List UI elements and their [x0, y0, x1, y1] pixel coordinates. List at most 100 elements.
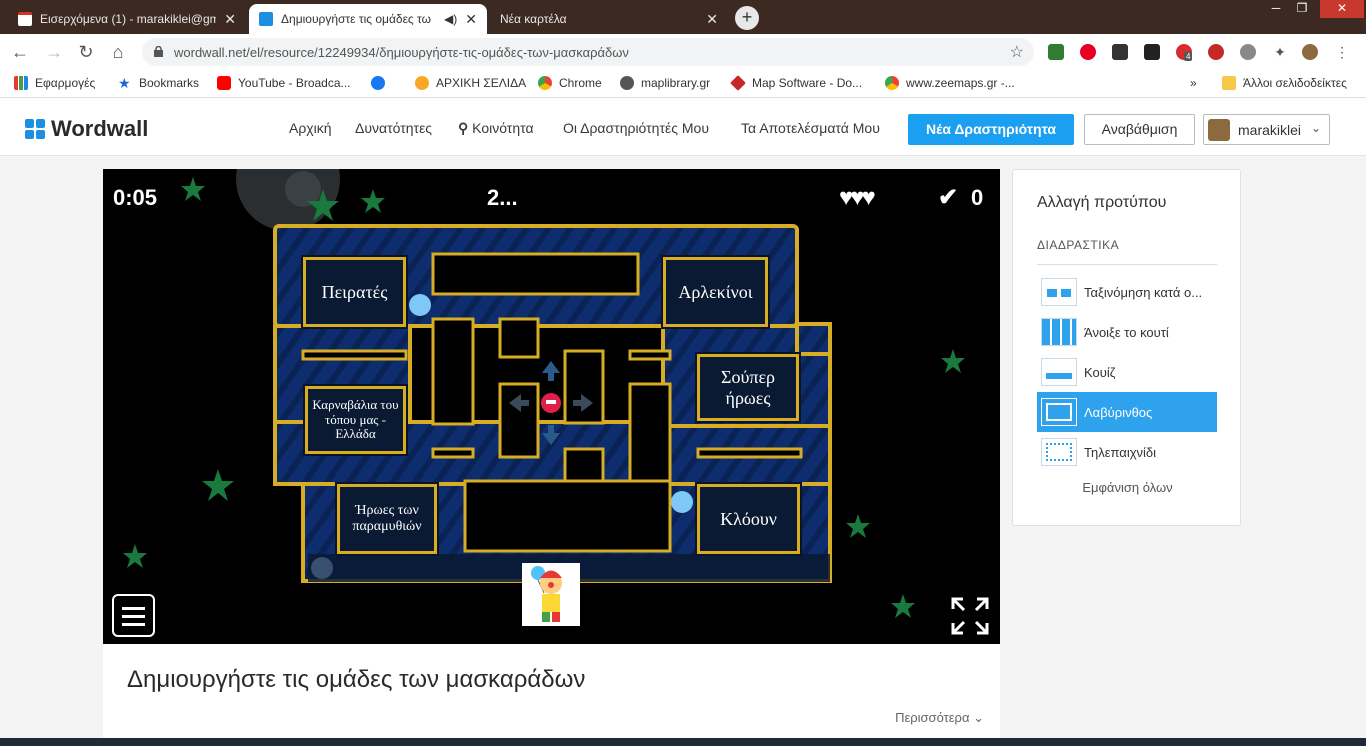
close-icon[interactable]: ✕	[706, 11, 718, 28]
checkmark-icon: ✔	[938, 184, 959, 211]
bookmark-label: Άλλοι σελιδοδείκτες	[1243, 76, 1347, 90]
bookmark-facebook[interactable]	[371, 76, 392, 90]
avatar	[1208, 119, 1230, 141]
close-icon[interactable]: ✕	[465, 11, 477, 28]
bookmark-label: Εφαρμογές	[35, 76, 96, 90]
new-activity-button[interactable]: Νέα Δραστηριότητα	[908, 114, 1074, 145]
template-quiz[interactable]: Κουίζ	[1037, 352, 1217, 392]
adblock-icon[interactable]	[1208, 44, 1224, 60]
score: 0	[971, 185, 984, 210]
open-box-icon	[1041, 318, 1077, 346]
bookmark-apps[interactable]: Εφαρμογές	[14, 76, 95, 90]
user-menu[interactable]: marakiklei ⌄	[1203, 114, 1330, 145]
answer-card-clowns[interactable]: Κλόουν	[695, 482, 802, 556]
nav-home[interactable]: Αρχική	[289, 120, 332, 136]
answer-card-pirates[interactable]: Πειρατές	[301, 255, 408, 329]
bookmarks-overflow-icon[interactable]: »	[1190, 76, 1197, 90]
tab-title: Δημιουργήστε τις ομάδες τω	[281, 12, 431, 26]
home-icon[interactable]: ⌂	[106, 40, 130, 64]
bookmark-label: ΑΡΧΙΚΗ ΣΕΛΙΔΑ	[436, 76, 527, 90]
nav-community-label: Κοινότητα	[472, 120, 534, 136]
answer-card-local-carnivals[interactable]: Καρναβάλια του τόπου μας - Ελλάδα	[303, 384, 408, 456]
bookmark-other[interactable]: Άλλοι σελιδοδείκτες	[1222, 76, 1347, 90]
bookmark-chrome[interactable]: Chrome	[538, 76, 602, 90]
extension-circle-icon[interactable]	[1240, 44, 1256, 60]
bookmark-maplibrary[interactable]: maplibrary.gr	[620, 76, 710, 90]
close-icon[interactable]: ✕	[224, 11, 236, 28]
bookmark-map-software[interactable]: Map Software - Do...	[730, 75, 862, 91]
section-heading: ΔΙΑΔΡΑΣΤΙΚΑ	[1037, 238, 1120, 252]
template-label: Τηλεπαιχνίδι	[1084, 444, 1157, 460]
template-label: Λαβύρινθος	[1084, 404, 1153, 420]
bookmark-label: www.zeemaps.gr -...	[906, 76, 1015, 90]
bookmark-bookmarks[interactable]: ★ Bookmarks	[118, 76, 199, 90]
nav-my-activities[interactable]: Οι Δραστηριότητές Μου	[563, 120, 709, 136]
bookmark-youtube[interactable]: YouTube - Broadca...	[217, 76, 351, 90]
tab-new[interactable]: Νέα καρτέλα ✕	[490, 4, 728, 34]
restore-button[interactable]: ❐	[1288, 0, 1316, 18]
fullscreen-icon[interactable]	[951, 597, 989, 635]
youtube-icon	[217, 76, 231, 90]
bookmark-label: Chrome	[559, 76, 602, 90]
chevron-down-icon: ⌄	[973, 710, 984, 725]
tab-gmail[interactable]: Εισερχόμενα (1) - marakiklei@gm ✕	[8, 4, 246, 34]
timer: 0:05	[113, 185, 158, 210]
bookmarks-bar: Εφαρμογές ★ Bookmarks YouTube - Broadca..…	[0, 70, 1366, 98]
window-close-button[interactable]: ✕	[1320, 0, 1364, 18]
maze-game[interactable]: 0:05 2... ♥♥♥ ✔ 0 Πειρατές Αρλεκίνοι Σού…	[103, 169, 1000, 644]
template-label: Ταξινόμηση κατά ο...	[1084, 284, 1203, 300]
extension-dark-icon[interactable]	[1144, 44, 1160, 60]
answer-card-fairytale-heroes[interactable]: Ήρωες των παραμυθιών	[335, 482, 439, 556]
activity-info: Δημιουργήστε τις ομάδες των μασκαράδων Π…	[103, 644, 1000, 746]
tab-wordwall[interactable]: Δημιουργήστε τις ομάδες τω ◀) ✕	[249, 4, 487, 34]
lives-hearts-icon: ♥♥♥	[839, 184, 876, 211]
reload-icon[interactable]: ↻	[74, 40, 98, 64]
url-text: wordwall.net/el/resource/12249934/δημιου…	[174, 45, 629, 60]
pinterest-icon[interactable]	[1080, 44, 1096, 60]
bookmark-zeemaps[interactable]: www.zeemaps.gr -...	[885, 76, 1015, 90]
nav-community[interactable]: ⚲ Κοινότητα	[458, 120, 534, 137]
panel-title: Αλλαγή προτύπου	[1037, 194, 1167, 211]
template-switcher-panel: Αλλαγή προτύπου ΔΙΑΔΡΑΣΤΙΚΑ Ταξινόμηση κ…	[1012, 169, 1241, 526]
game-menu-button[interactable]	[112, 594, 155, 637]
site-header: Wordwall Αρχική Δυνατότητες ⚲ Κοινότητα …	[0, 98, 1366, 156]
new-tab-button[interactable]: +	[735, 6, 759, 30]
template-open-the-box[interactable]: Άνοιξε το κουτί	[1037, 312, 1217, 352]
back-icon[interactable]: ←	[8, 40, 32, 64]
profile-avatar[interactable]	[1302, 44, 1318, 60]
lock-icon	[154, 46, 163, 57]
globe-icon	[620, 76, 634, 90]
google-icon	[885, 76, 899, 90]
show-all-link[interactable]: Εμφάνιση όλων	[1013, 480, 1242, 495]
username: marakiklei	[1238, 122, 1302, 138]
nav-my-results[interactable]: Τα Αποτελέσματά Μου	[741, 120, 880, 136]
bookmark-home-page[interactable]: ΑΡΧΙΚΗ ΣΕΛΙΔΑ	[415, 76, 526, 90]
extension-bird-icon[interactable]	[1112, 44, 1128, 60]
template-group-sort[interactable]: Ταξινόμηση κατά ο...	[1037, 272, 1217, 312]
bookmark-star-icon[interactable]: ☆	[1010, 42, 1024, 62]
wordwall-logo[interactable]: Wordwall	[25, 116, 148, 142]
upgrade-button[interactable]: Αναβάθμιση	[1084, 114, 1195, 145]
clown-image	[522, 563, 580, 626]
template-gameshow[interactable]: Τηλεπαιχνίδι	[1037, 432, 1217, 472]
extension-red-icon[interactable]: 4	[1176, 44, 1193, 61]
globe-icon	[415, 76, 429, 90]
extension-badge: 4	[1184, 52, 1193, 61]
template-maze-chase[interactable]: Λαβύρινθος	[1037, 392, 1217, 432]
minimize-button[interactable]: ─	[1262, 0, 1290, 18]
more-toggle[interactable]: Περισσότερα ⌄	[895, 710, 984, 726]
kebab-menu-icon[interactable]: ⋮	[1334, 44, 1350, 60]
answer-card-harlequins[interactable]: Αρλεκίνοι	[661, 255, 770, 329]
address-bar[interactable]: wordwall.net/el/resource/12249934/δημιου…	[142, 38, 1034, 66]
logo-text: Wordwall	[51, 116, 149, 141]
google-icon	[538, 76, 552, 90]
answer-card-superheroes[interactable]: Σούπερ ήρωες	[695, 352, 801, 423]
nav-features[interactable]: Δυνατότητες	[355, 120, 432, 136]
speaker-icon[interactable]: ◀)	[444, 12, 457, 26]
facebook-icon	[371, 76, 385, 90]
gameshow-icon	[1041, 438, 1077, 466]
bookmark-label: Bookmarks	[139, 76, 200, 90]
forward-icon[interactable]: →	[42, 40, 66, 64]
puzzle-icon[interactable]: ✦	[1272, 44, 1288, 60]
extension-shield-icon[interactable]	[1048, 44, 1064, 60]
